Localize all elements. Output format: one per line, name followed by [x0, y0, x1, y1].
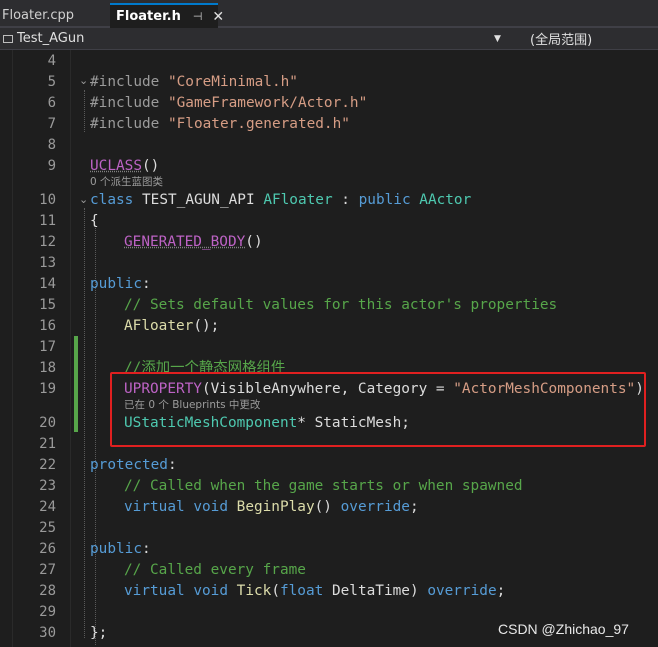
code-line: UCLASS(): [90, 158, 160, 174]
indent-guide: [84, 208, 85, 638]
line-number: 12: [39, 234, 56, 250]
code-line: virtual void BeginPlay() override;: [124, 499, 419, 515]
line-number: 19: [39, 381, 56, 397]
line-number: 21: [39, 436, 56, 452]
code-line: #include "Floater.generated.h": [90, 116, 350, 132]
fold-icon[interactable]: ⌄: [79, 72, 88, 90]
code-line: // Called when the game starts or when s…: [124, 478, 523, 494]
fold-icon[interactable]: ⌄: [79, 191, 88, 209]
pin-icon[interactable]: ⊣: [193, 10, 203, 23]
code-line: AFloater();: [124, 318, 220, 334]
line-number: 4: [47, 53, 56, 69]
line-number: 8: [47, 137, 56, 153]
code-editor[interactable]: ⌄ ⌄ 4 5 6 7 8 9 10 11 12 13 14 15 16 17 …: [0, 50, 658, 647]
line-number: 15: [39, 297, 56, 313]
line-number: 30: [39, 625, 56, 641]
code-line: // Sets default values for this actor's …: [124, 297, 558, 313]
line-number: 25: [39, 520, 56, 536]
tab-label: Floater.h: [116, 9, 181, 24]
scope-dropdown[interactable]: (全局范围): [510, 28, 592, 49]
line-number: 27: [39, 562, 56, 578]
code-line: };: [90, 625, 108, 641]
line-number: 13: [39, 255, 56, 271]
project-icon: [3, 34, 13, 43]
watermark: CSDN @Zhichao_97: [498, 621, 629, 637]
change-indicator-bar: [74, 336, 78, 432]
close-icon[interactable]: ✕: [212, 9, 224, 25]
tab-label: Floater.cpp: [2, 8, 75, 23]
scope-label: (全局范围): [530, 33, 593, 48]
code-line: #include "CoreMinimal.h": [90, 74, 298, 90]
line-number: 24: [39, 499, 56, 515]
line-number: 9: [47, 158, 56, 174]
code-line: public:: [90, 541, 151, 557]
tab-floater-cpp[interactable]: Floater.cpp: [0, 3, 110, 28]
code-line: #include "GameFramework/Actor.h": [90, 95, 368, 111]
code-line: // Called every frame: [124, 562, 306, 578]
code-line: {: [90, 213, 99, 229]
gutter-divider: [12, 50, 13, 647]
line-number: 5: [47, 74, 56, 90]
line-number: 22: [39, 457, 56, 473]
line-number: 17: [39, 339, 56, 355]
line-number: 23: [39, 478, 56, 494]
gutter-divider: [70, 50, 71, 647]
project-label: Test_AGun: [17, 31, 85, 46]
tab-floater-h[interactable]: Floater.h ⊣ ✕: [110, 3, 224, 28]
line-number: 28: [39, 583, 56, 599]
code-line: public:: [90, 276, 151, 292]
code-line: protected:: [90, 457, 177, 473]
line-number: 26: [39, 541, 56, 557]
line-number: 16: [39, 318, 56, 334]
code-line: GENERATED_BODY(): [124, 234, 263, 250]
line-number: 18: [39, 360, 56, 376]
code-line: virtual void Tick(float DeltaTime) overr…: [124, 583, 506, 599]
highlight-box: [110, 372, 646, 447]
line-number: 6: [47, 95, 56, 111]
line-number: 11: [39, 213, 56, 229]
indent-guide: [84, 90, 85, 132]
line-number: 29: [39, 604, 56, 620]
line-number: 14: [39, 276, 56, 292]
line-number: 7: [47, 116, 56, 132]
codelens-hint[interactable]: 0 个派生蓝图类: [90, 176, 163, 189]
line-number: 10: [39, 192, 56, 208]
document-tab-bar: Floater.cpp Floater.h ⊣ ✕: [0, 0, 658, 28]
code-line: class TEST_AGUN_API AFloater : public AA…: [90, 192, 472, 208]
chevron-down-icon[interactable]: ▼: [494, 34, 501, 44]
navigation-bar: Test_AGun ▼ (全局范围): [0, 28, 658, 50]
line-number: 20: [39, 415, 56, 431]
project-dropdown[interactable]: Test_AGun: [0, 28, 508, 49]
